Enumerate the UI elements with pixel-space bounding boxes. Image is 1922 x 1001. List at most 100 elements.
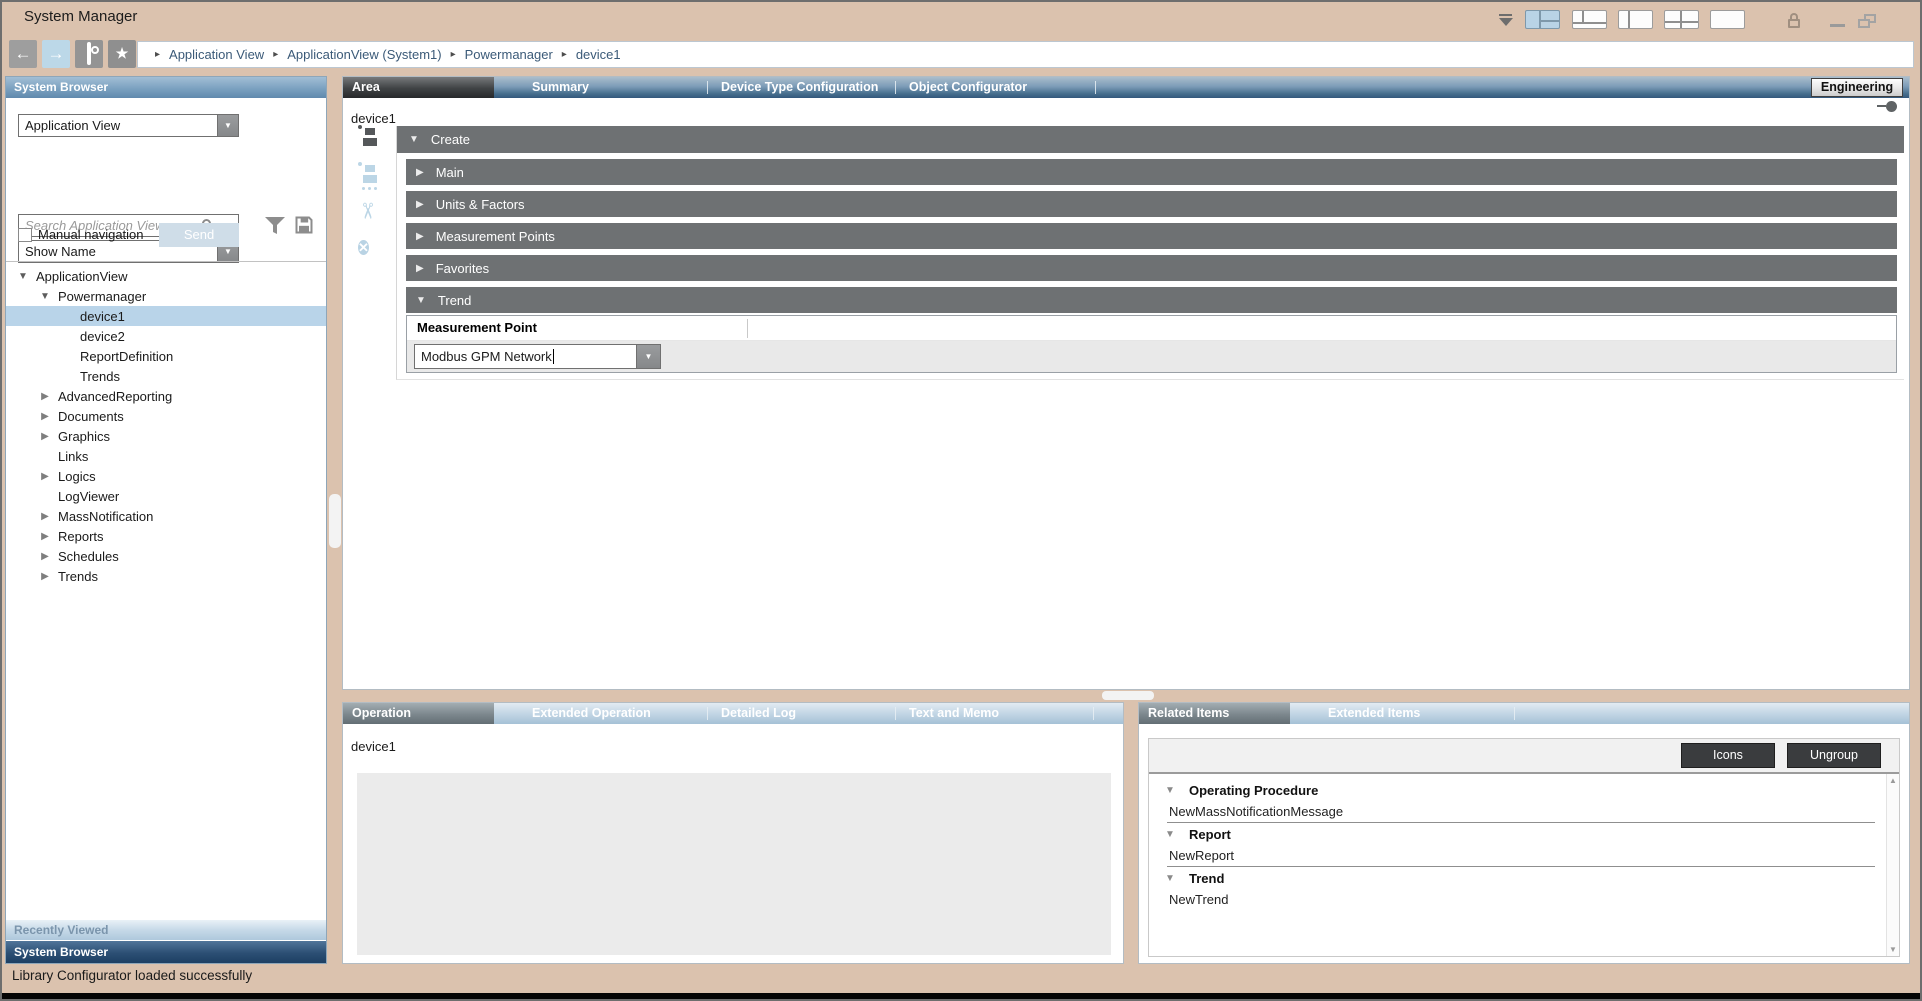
tab-device-type-configuration[interactable]: Device Type Configuration bbox=[721, 80, 878, 94]
accordion-measurement-points-label: Measurement Points bbox=[436, 229, 555, 244]
related-group[interactable]: ▼ Trend bbox=[1149, 868, 1899, 889]
collapse-panels-icon[interactable] bbox=[1498, 14, 1514, 27]
expander-icon[interactable]: ▼ bbox=[1165, 829, 1177, 840]
tab-summary[interactable]: Summary bbox=[532, 80, 589, 94]
related-group-label: Trend bbox=[1189, 871, 1224, 886]
expander-icon[interactable]: ▼ bbox=[1165, 785, 1177, 796]
chevron-down-icon[interactable]: ▼ bbox=[636, 345, 660, 368]
chevron-down-icon[interactable]: ▼ bbox=[217, 115, 238, 136]
measurement-point-combobox[interactable]: Modbus GPM Network ▼ bbox=[414, 344, 661, 369]
tree-item[interactable]: device2 bbox=[6, 326, 326, 346]
ungroup-button[interactable]: Ungroup bbox=[1787, 743, 1881, 768]
tree-item[interactable]: Links bbox=[6, 446, 326, 466]
tree-item-label: MassNotification bbox=[58, 509, 153, 524]
breadcrumb-item-current[interactable]: device1 bbox=[576, 47, 621, 62]
tree-item[interactable]: ▼ Powermanager bbox=[6, 286, 326, 306]
tree-item[interactable]: ▶ MassNotification bbox=[6, 506, 326, 526]
manual-navigation-checkbox[interactable] bbox=[18, 228, 32, 242]
measurement-point-column-header: Measurement Point bbox=[417, 320, 537, 335]
tree-item[interactable]: Trends bbox=[6, 366, 326, 386]
vertical-splitter-handle[interactable] bbox=[329, 494, 341, 548]
tab-detailed-log[interactable]: Detailed Log bbox=[721, 706, 796, 720]
tab-area[interactable]: Area bbox=[343, 77, 494, 98]
minimize-button[interactable] bbox=[1830, 24, 1845, 27]
layout-bottom-bar-button[interactable] bbox=[1572, 10, 1607, 29]
tab-related-items[interactable]: Related Items bbox=[1139, 703, 1290, 724]
lock-icon[interactable] bbox=[1788, 13, 1800, 29]
related-item[interactable]: NewTrend bbox=[1149, 889, 1899, 909]
tab-text-and-memo[interactable]: Text and Memo bbox=[909, 706, 999, 720]
expander-icon[interactable]: ▶ bbox=[38, 391, 52, 402]
accordion-trend-label: Trend bbox=[438, 293, 471, 308]
pin-icon[interactable] bbox=[1877, 101, 1897, 112]
tree-item[interactable]: ▶ Graphics bbox=[6, 426, 326, 446]
accordion-measurement-points[interactable]: ▶ Measurement Points bbox=[406, 223, 1897, 249]
related-items-scrollbar[interactable]: ▲ ▼ bbox=[1886, 774, 1899, 956]
scroll-up-icon[interactable]: ▲ bbox=[1889, 776, 1897, 785]
tree-item-label: AdvancedReporting bbox=[58, 389, 172, 404]
layout-left-column-button[interactable] bbox=[1618, 10, 1653, 29]
tab-extended-items[interactable]: Extended Items bbox=[1328, 706, 1420, 720]
expander-icon[interactable]: ▼ bbox=[38, 291, 52, 302]
tree-item[interactable]: ▶ Documents bbox=[6, 406, 326, 426]
expander-icon[interactable]: ▶ bbox=[38, 511, 52, 522]
configuration-accordion: ▼ Create ▶ Main ▶ Units & Factors ▶ Meas… bbox=[396, 126, 1904, 380]
expander-icon[interactable]: ▼ bbox=[16, 271, 30, 282]
delete-button[interactable]: ✕ bbox=[358, 236, 384, 262]
expander-icon[interactable]: ▶ bbox=[38, 471, 52, 482]
favorites-button[interactable]: ★ bbox=[108, 40, 136, 68]
send-button[interactable]: Send bbox=[159, 223, 239, 247]
history-button[interactable] bbox=[75, 40, 103, 68]
breadcrumb-item[interactable]: ApplicationView (System1) bbox=[287, 47, 441, 62]
accordion-units-factors[interactable]: ▶ Units & Factors bbox=[406, 191, 1897, 217]
related-items-tree: ▼ Operating Procedure NewMassNotificatio… bbox=[1149, 774, 1899, 956]
cut-button[interactable]: ✂ bbox=[358, 199, 384, 225]
system-browser-tree: ▼ ApplicationView ▼ Powermanager device1… bbox=[6, 261, 326, 586]
save-button[interactable] bbox=[358, 125, 384, 151]
tree-item[interactable]: ▶ Trends bbox=[6, 566, 326, 586]
accordion-favorites[interactable]: ▶ Favorites bbox=[406, 255, 1897, 281]
related-item[interactable]: NewMassNotificationMessage bbox=[1149, 801, 1899, 821]
related-group[interactable]: ▼ Report bbox=[1149, 824, 1899, 845]
view-selector-dropdown[interactable]: Application View ▼ bbox=[18, 114, 239, 137]
save-as-button[interactable] bbox=[358, 162, 384, 188]
back-button[interactable]: ← bbox=[9, 40, 37, 68]
restore-window-button[interactable] bbox=[1858, 14, 1876, 28]
engineering-mode-button[interactable]: Engineering bbox=[1811, 78, 1903, 97]
filter-icon[interactable] bbox=[264, 216, 286, 236]
tree-item-label: device1 bbox=[80, 309, 125, 324]
layout-split-cross-button[interactable] bbox=[1664, 10, 1699, 29]
tab-operation[interactable]: Operation bbox=[343, 703, 494, 724]
expander-icon[interactable]: ▶ bbox=[38, 571, 52, 582]
related-group[interactable]: ▼ Operating Procedure bbox=[1149, 780, 1899, 801]
tree-item[interactable]: ▶ AdvancedReporting bbox=[6, 386, 326, 406]
expander-icon[interactable]: ▶ bbox=[38, 551, 52, 562]
accordion-trend[interactable]: ▼ Trend bbox=[406, 287, 1897, 313]
expander-icon[interactable]: ▶ bbox=[38, 431, 52, 442]
tree-item[interactable]: ▶ Reports bbox=[6, 526, 326, 546]
tree-item[interactable]: ▶ Logics bbox=[6, 466, 326, 486]
accordion-create[interactable]: ▼ Create bbox=[397, 126, 1904, 153]
tree-item-selected[interactable]: device1 bbox=[6, 306, 326, 326]
related-item[interactable]: NewReport bbox=[1149, 845, 1899, 865]
horizontal-splitter-handle[interactable] bbox=[1102, 691, 1154, 700]
accordion-main[interactable]: ▶ Main bbox=[406, 159, 1897, 185]
tree-item[interactable]: ▼ ApplicationView bbox=[6, 266, 326, 286]
tree-item[interactable]: ReportDefinition bbox=[6, 346, 326, 366]
icons-view-button[interactable]: Icons bbox=[1681, 743, 1775, 768]
tab-extended-operation[interactable]: Extended Operation bbox=[532, 706, 651, 720]
recently-viewed-bar[interactable]: Recently Viewed bbox=[6, 919, 326, 940]
expander-icon[interactable]: ▶ bbox=[38, 411, 52, 422]
layout-four-pane-button[interactable] bbox=[1525, 10, 1560, 29]
scroll-down-icon[interactable]: ▼ bbox=[1889, 945, 1897, 954]
tree-item[interactable]: ▶ Schedules bbox=[6, 546, 326, 566]
expander-icon[interactable]: ▶ bbox=[38, 531, 52, 542]
breadcrumb-item[interactable]: Powermanager bbox=[465, 47, 553, 62]
expander-icon[interactable]: ▼ bbox=[1165, 873, 1177, 884]
tree-item[interactable]: LogViewer bbox=[6, 486, 326, 506]
forward-button[interactable]: → bbox=[42, 40, 70, 68]
save-filter-icon[interactable] bbox=[294, 215, 314, 235]
layout-single-pane-button[interactable] bbox=[1710, 10, 1745, 29]
tab-object-configurator[interactable]: Object Configurator bbox=[909, 80, 1027, 94]
breadcrumb-item[interactable]: Application View bbox=[169, 47, 264, 62]
